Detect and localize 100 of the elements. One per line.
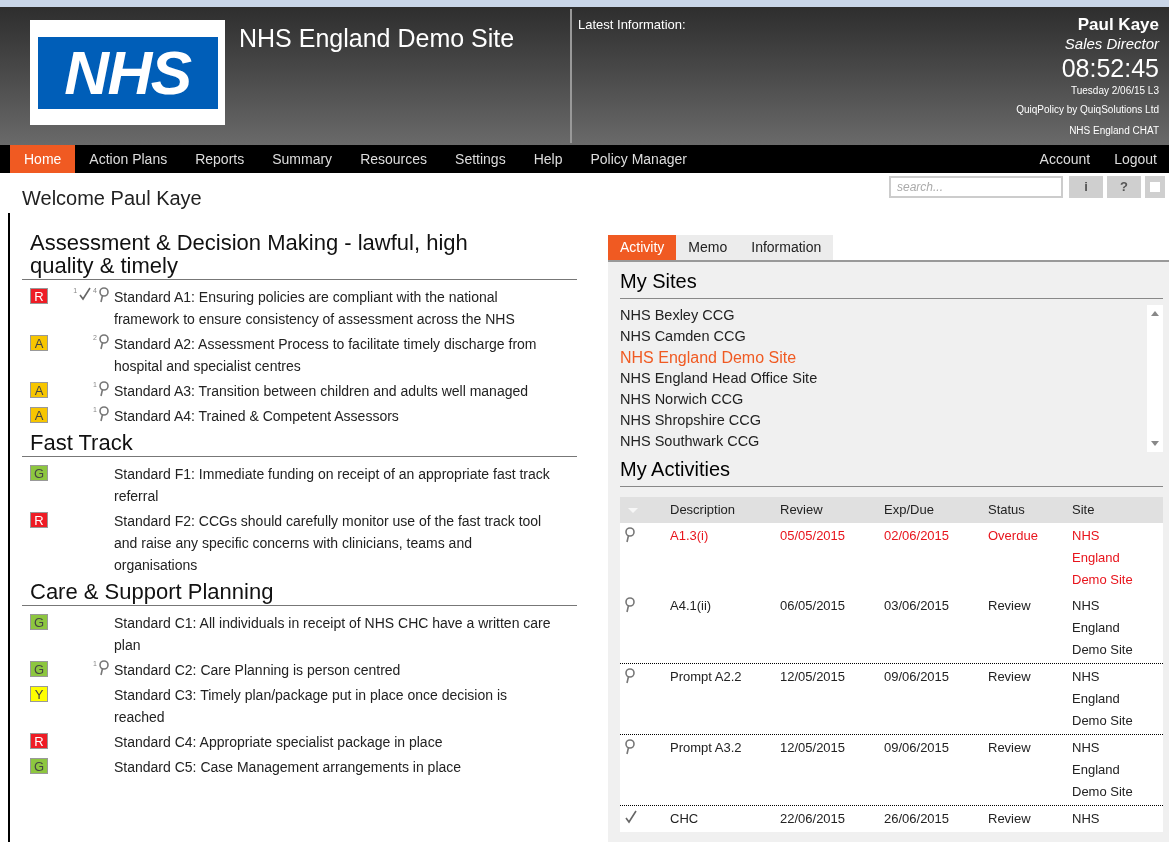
- site-item[interactable]: NHS Southwark CCG: [620, 431, 1147, 452]
- column-header[interactable]: Review: [780, 500, 884, 520]
- table-cell-text: A4.1(ii): [670, 597, 713, 615]
- latest-information-label: Latest Information:: [578, 16, 686, 34]
- table-cell-text: 03/06/2015: [884, 597, 951, 615]
- standard-link[interactable]: Standard C5: Case Management arrangements in place: [114, 756, 559, 778]
- pin-icon: [624, 597, 636, 613]
- rag-badge: A: [30, 407, 48, 423]
- activity-row[interactable]: Prompt A2.2 12/05/2015 09/06/2015 Review NHS England Demo Site: [620, 663, 1163, 734]
- panel-tab[interactable]: Memo: [676, 235, 740, 260]
- standard-link[interactable]: Standard F2: CCGs should carefully monitor use of the fast track tool and raise any specific concerns with clinicians, teams and organisations: [114, 510, 559, 576]
- pin-icon: [98, 660, 110, 676]
- table-cell-text: Prompt A2.2: [670, 668, 743, 686]
- rag-badge: A: [30, 335, 48, 351]
- site-item[interactable]: NHS Shropshire CCG: [620, 410, 1147, 431]
- toolbar-button[interactable]: ?: [1107, 176, 1141, 198]
- standard-link[interactable]: Standard A2: Assessment Process to facilitate timely discharge from hospital and specialist centres: [114, 333, 559, 377]
- pin-icon: [624, 668, 636, 684]
- table-cell-text: CHC: [670, 810, 700, 828]
- rag-badge: A: [30, 382, 48, 398]
- table-cell-text: NHS England Demo Site: [1072, 527, 1134, 589]
- nav-item[interactable]: Settings: [441, 145, 520, 173]
- nav-item[interactable]: Policy Manager: [576, 145, 701, 173]
- nav-item[interactable]: Help: [519, 145, 577, 173]
- table-cell-text: Review: [988, 668, 1032, 686]
- column-header[interactable]: Site: [1072, 500, 1163, 520]
- check-icon: [78, 287, 93, 301]
- activity-row[interactable]: A1.3(i) 05/05/2015 02/06/2015 Overdue NHS England Demo Site: [620, 523, 1163, 593]
- panel-tab[interactable]: Information: [739, 235, 834, 260]
- pin-icon: [624, 739, 636, 755]
- activity-row[interactable]: A4.1(ii) 06/05/2015 03/06/2015 Review NHS England Demo Site: [620, 593, 1163, 663]
- column-header[interactable]: Description: [670, 500, 780, 520]
- rag-badge: R: [30, 733, 48, 749]
- user-name: Paul Kaye: [1077, 15, 1159, 35]
- standard-link[interactable]: Standard F1: Immediate funding on receipt of an appropriate fast track referral: [114, 463, 559, 507]
- standard-link[interactable]: Standard A4: Trained & Competent Assessors: [114, 405, 559, 427]
- standard-link[interactable]: Standard C2: Care Planning is person centred: [114, 659, 559, 681]
- standard-link[interactable]: Standard A1: Ensuring policies are compliant with the national framework to ensure consistency of assessment across the NHS: [114, 286, 559, 330]
- search-field[interactable]: search...: [889, 176, 1063, 198]
- table-cell-text: 09/06/2015: [884, 739, 951, 757]
- table-cell-text: Review: [988, 810, 1032, 828]
- site-item[interactable]: NHS England Head Office Site: [620, 368, 1147, 389]
- table-cell-text: 06/05/2015: [780, 597, 847, 615]
- rag-badge: G: [30, 758, 48, 774]
- site-title: NHS England Demo Site: [239, 23, 515, 54]
- rag-badge: G: [30, 614, 48, 630]
- table-cell-text: 12/05/2015: [780, 739, 847, 757]
- nav-item[interactable]: Resources: [346, 145, 442, 173]
- nav-item[interactable]: Logout: [1102, 145, 1169, 173]
- column-header[interactable]: Exp/Due: [884, 500, 988, 520]
- pin-icon: [624, 527, 636, 543]
- table-cell-text: NHS England Demo Site: [1072, 597, 1134, 659]
- table-cell-text: A1.3(i): [670, 527, 710, 545]
- user-role: Sales Director: [1064, 35, 1159, 53]
- welcome-heading: Welcome Paul Kaye: [22, 186, 202, 211]
- pin-icon: [98, 381, 110, 397]
- section-heading: Care & Support Planning: [22, 580, 577, 606]
- site-item[interactable]: NHS Bexley CCG: [620, 305, 1147, 326]
- logo: NHS: [37, 36, 218, 109]
- activity-row[interactable]: CHC 22/06/2015 26/06/2015 Review NHS: [620, 805, 1163, 832]
- standard-link[interactable]: Standard C4: Appropriate specialist package in place: [114, 731, 559, 753]
- activities-heading: My Activities: [620, 454, 1163, 487]
- table-cell-text: 26/06/2015: [884, 810, 951, 828]
- rag-badge: G: [30, 465, 48, 481]
- table-cell-text: NHS: [1072, 810, 1101, 828]
- standard-link[interactable]: Standard A3: Transition between children and adults well managed: [114, 380, 559, 402]
- pin-icon: [98, 287, 110, 303]
- pin-icon: [98, 406, 110, 422]
- site-item[interactable]: NHS Norwich CCG: [620, 389, 1147, 410]
- pin-icon: [98, 334, 110, 350]
- scroll-up-icon[interactable]: [1151, 311, 1159, 316]
- nav-item[interactable]: Reports: [181, 145, 259, 173]
- table-cell-text: 22/06/2015: [780, 810, 847, 828]
- activity-row[interactable]: Prompt A3.2 12/05/2015 09/06/2015 Review NHS England Demo Site: [620, 734, 1163, 805]
- rag-badge: R: [30, 512, 48, 528]
- standard-link[interactable]: Standard C1: All individuals in receipt of NHS CHC have a written care plan: [114, 612, 559, 656]
- rag-badge: G: [30, 661, 48, 677]
- table-cell-text: Overdue: [988, 527, 1039, 545]
- vendor-text: QuiqPolicy by QuiqSolutions Ltd: [1016, 103, 1159, 117]
- scrollbar[interactable]: [1147, 305, 1163, 452]
- table-cell-text: NHS England Demo Site: [1072, 668, 1134, 730]
- nav-item[interactable]: Summary: [258, 145, 347, 173]
- standard-link[interactable]: Standard C3: Timely plan/package put in place once decision is reached: [114, 684, 559, 728]
- rag-badge: Y: [30, 686, 48, 702]
- rag-badge: R: [30, 288, 48, 304]
- scroll-down-icon[interactable]: [1151, 441, 1159, 446]
- table-cell-text: NHS England Demo Site: [1072, 739, 1134, 801]
- nav-item[interactable]: Action Plans: [75, 145, 182, 173]
- column-header[interactable]: Status: [988, 500, 1072, 520]
- toolbar-button[interactable]: i: [1069, 176, 1103, 198]
- site-item[interactable]: NHS Camden CCG: [620, 326, 1147, 347]
- table-cell-text: 02/06/2015: [884, 527, 951, 545]
- table-cell-text: Review: [988, 597, 1032, 615]
- sites-heading: My Sites: [620, 266, 1163, 299]
- table-cell-text: Review: [988, 739, 1032, 757]
- table-cell-text: 09/06/2015: [884, 668, 951, 686]
- print-button[interactable]: [1145, 176, 1165, 198]
- table-cell-text: 12/05/2015: [780, 668, 847, 686]
- chat-link[interactable]: NHS England CHAT: [1069, 121, 1159, 141]
- nav-item[interactable]: Account: [1027, 145, 1103, 173]
